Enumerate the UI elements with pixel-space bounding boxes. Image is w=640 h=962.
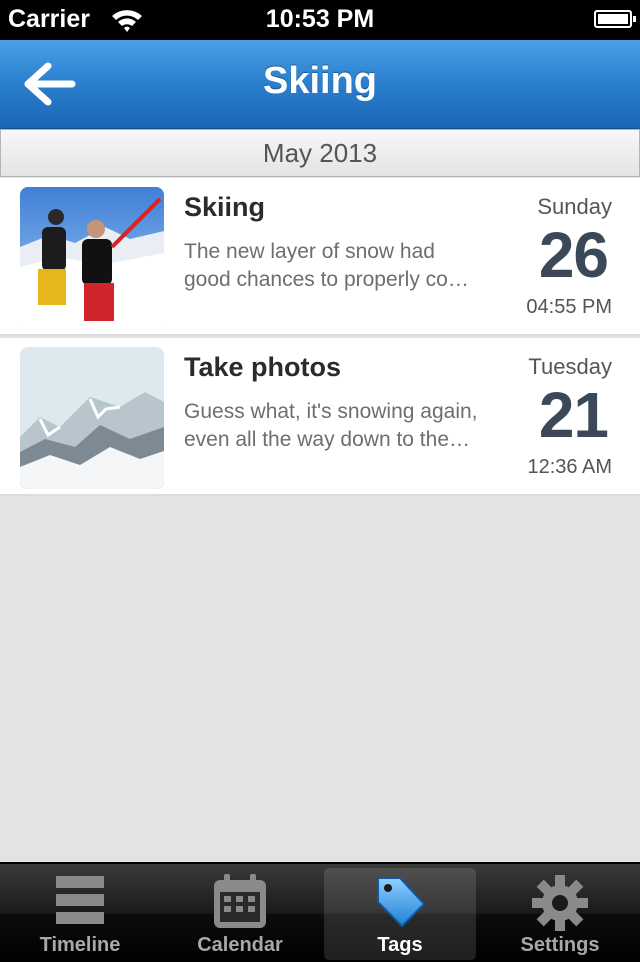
entry-day-number: 21 (538, 379, 609, 451)
tag-icon (377, 877, 426, 928)
tab-tags[interactable]: Tags (320, 864, 480, 962)
excerpt-line: good chances to properly co… (184, 268, 469, 291)
section-header-month: May 2013 (0, 129, 640, 177)
entry-excerpt: The new layer of snow had good chances t… (184, 238, 499, 294)
skiers-photo (20, 187, 164, 329)
tab-bar: Timeline Calendar Tags Settings (0, 862, 640, 962)
status-bar: Carrier 10:53 PM (0, 0, 640, 40)
calendar-icon (214, 874, 266, 928)
tab-label: Settings (520, 934, 600, 956)
snowy-mountains-photo (20, 347, 164, 489)
battery-icon (594, 10, 636, 28)
entry-day-number: 26 (538, 219, 609, 291)
entry-time: 04:55 PM (526, 296, 612, 318)
tab-label: Timeline (39, 934, 121, 956)
entry-weekday: Sunday (537, 194, 612, 219)
entry-time: 12:36 AM (527, 456, 612, 478)
list-item-entry[interactable]: Skiing The new layer of snow had good ch… (0, 178, 640, 336)
excerpt-line: Guess what, it's snowing again, (184, 400, 478, 423)
timeline-icon (56, 876, 104, 924)
excerpt-line: even all the way down to the… (184, 428, 471, 451)
entry-title: Skiing (184, 192, 266, 222)
tab-settings[interactable]: Settings (480, 864, 640, 962)
gear-icon (532, 875, 588, 931)
entry-excerpt: Guess what, it's snowing again, even all… (184, 398, 499, 454)
page-title: Skiing (262, 60, 378, 102)
status-time: 10:53 PM (265, 5, 375, 33)
list-item-entry[interactable]: Take photos Guess what, it's snowing aga… (0, 338, 640, 496)
tab-calendar[interactable]: Calendar (160, 864, 320, 962)
tab-timeline[interactable]: Timeline (0, 864, 160, 962)
tab-label: Tags (377, 934, 423, 956)
entry-title: Take photos (184, 352, 342, 382)
navigation-bar: Skiing (0, 40, 640, 129)
excerpt-line: The new layer of snow had (184, 240, 435, 263)
entry-weekday: Tuesday (528, 354, 612, 379)
tab-label: Calendar (197, 934, 283, 956)
